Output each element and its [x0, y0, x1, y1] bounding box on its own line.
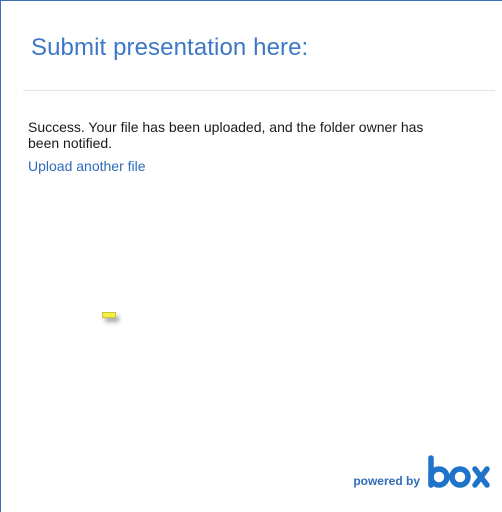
upload-another-file-link[interactable]: Upload another file — [28, 158, 146, 174]
box-logo-icon — [428, 455, 490, 488]
page-title: Submit presentation here: — [31, 34, 309, 61]
powered-by-label: powered by — [353, 474, 420, 488]
success-message: Success. Your file has been uploaded, an… — [28, 119, 424, 151]
powered-by-box[interactable]: powered by — [353, 454, 492, 490]
upload-widget: Submit presentation here: Success. Your … — [0, 0, 502, 512]
cursor-highlight-icon — [102, 312, 116, 318]
divider — [23, 90, 495, 91]
